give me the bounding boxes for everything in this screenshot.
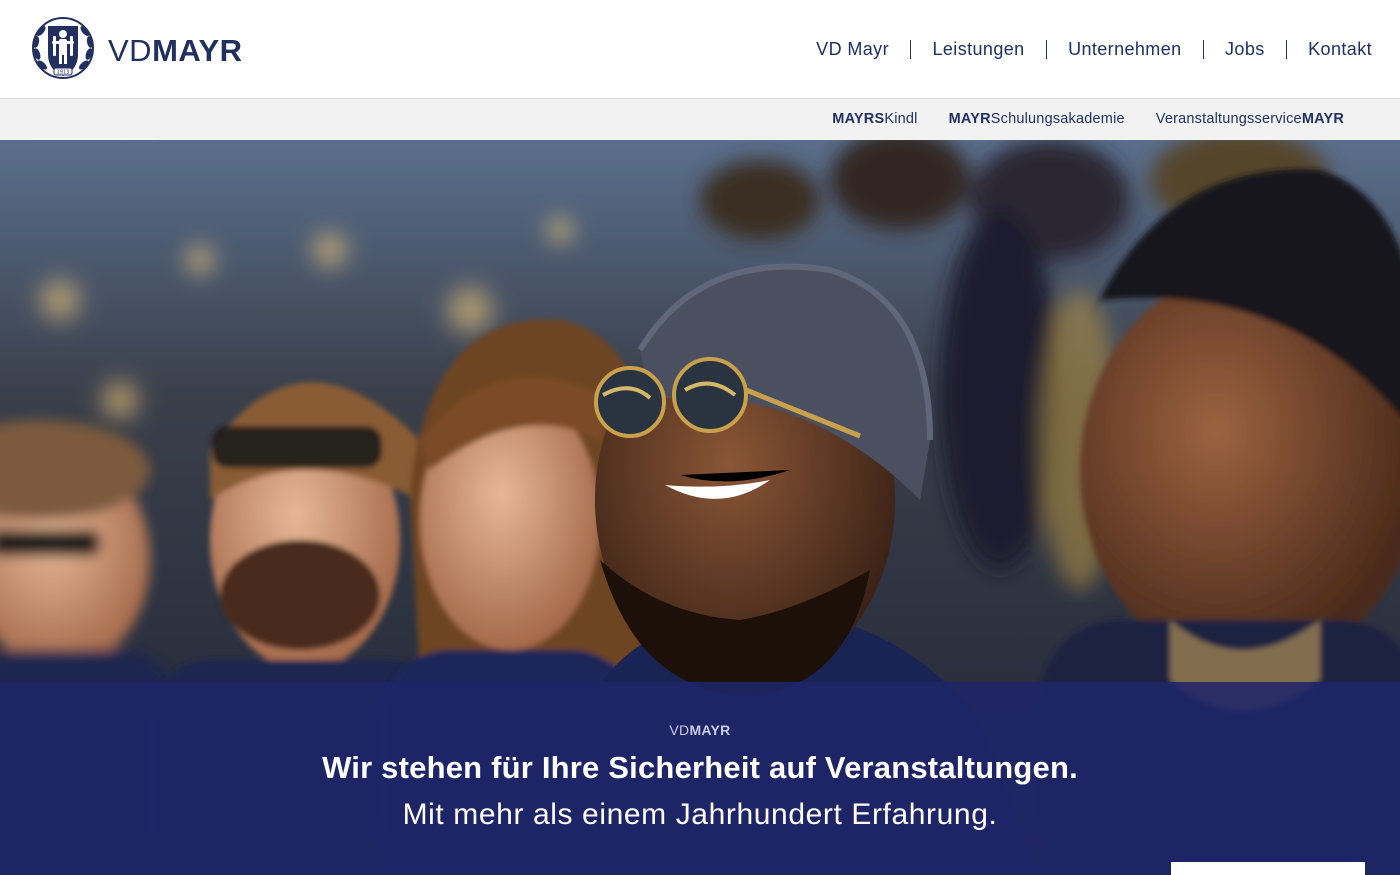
logo-name: MAYR [152,33,243,68]
main-navigation: VD Mayr Leistungen Unternehmen Jobs Kont… [795,36,1372,62]
site-header: 1913 VDMAYR VD Mayr Leistungen Unternehm… [0,0,1400,99]
subnav-item-veranstaltungsservice[interactable]: VeranstaltungsserviceMAYR [1156,109,1344,129]
hero-title: Wir stehen für Ihre Sicherheit auf Veran… [322,750,1078,785]
hero-overlay-band: VDMAYR Wir stehen für Ihre Sicherheit au… [0,682,1400,875]
subnav-item-bold: MAYRS [832,111,885,127]
nav-item-kontakt[interactable]: Kontakt [1287,36,1372,62]
subnav-underline [32,138,156,139]
subnav-item-bold: MAYR [1301,111,1344,127]
nav-item-unternehmen[interactable]: Unternehmen [1047,36,1202,62]
subnav-item-regular: Kindl [884,111,918,127]
subnav-item-regular: Veranstaltungsservice [1155,111,1302,127]
nav-item-vd-mayr[interactable]: VD Mayr [795,36,910,62]
hero-brand-prefix: VD [669,722,690,738]
nav-item-leistungen[interactable]: Leistungen [911,36,1045,62]
subnav-item-mayrs-kindl[interactable]: MAYRSKindl [832,109,917,129]
hero-brand-label: VDMAYR [0,722,1400,738]
hero-subtitle: Mit mehr als einem Jahrhundert Erfahrung… [402,798,998,831]
crest-year: 1913 [57,70,70,76]
nav-item-jobs[interactable]: Jobs [1204,36,1286,62]
logo-prefix: VD [108,33,153,68]
subnav-item-regular: Schulungsakademie [990,111,1125,127]
site-logo[interactable]: 1913 VDMAYR [28,14,243,87]
hero-section: VDMAYR Wir stehen für Ihre Sicherheit au… [0,140,1400,875]
logo-wordmark: VDMAYR [108,35,243,66]
subnav-item-schulungsakademie[interactable]: MAYRSchulungsakademie [949,109,1125,129]
hero-brand-name: MAYR [689,722,731,738]
subnav-item-bold: MAYR [948,111,991,127]
crest-emblem-icon: 1913 [28,14,98,87]
sub-navigation: MAYRSKindl MAYRSchulungsakademie Veranst… [0,99,1400,140]
hero-cta-button[interactable] [1171,862,1365,875]
